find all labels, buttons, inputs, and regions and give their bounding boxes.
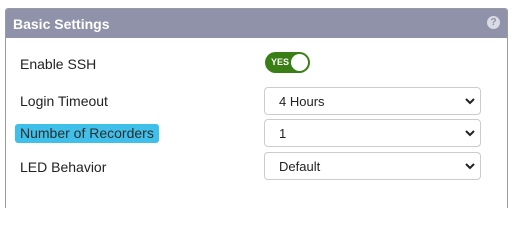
- led-behavior-select[interactable]: Default: [264, 152, 481, 180]
- chevron-down-icon: [465, 98, 475, 105]
- panel-header: Basic Settings ?: [6, 9, 507, 38]
- led-behavior-label: LED Behavior: [20, 159, 107, 175]
- enable-ssh-label: Enable SSH: [20, 56, 97, 72]
- chevron-down-icon: [465, 163, 475, 170]
- toggle-text: YES: [271, 57, 290, 67]
- number-of-recorders-value: 1: [279, 126, 287, 141]
- chevron-down-icon: [465, 130, 475, 137]
- toggle-knob: [291, 54, 308, 71]
- led-behavior-value: Default: [279, 159, 321, 174]
- login-timeout-label: Login Timeout: [20, 93, 108, 109]
- panel-title: Basic Settings: [13, 16, 110, 32]
- login-timeout-select[interactable]: 4 Hours: [264, 87, 481, 115]
- number-of-recorders-select[interactable]: 1: [264, 119, 481, 147]
- login-timeout-value: 4 Hours: [279, 94, 325, 109]
- number-of-recorders-label: Number of Recorders: [15, 124, 159, 143]
- help-icon[interactable]: ?: [487, 16, 500, 29]
- enable-ssh-toggle[interactable]: YES: [265, 52, 310, 73]
